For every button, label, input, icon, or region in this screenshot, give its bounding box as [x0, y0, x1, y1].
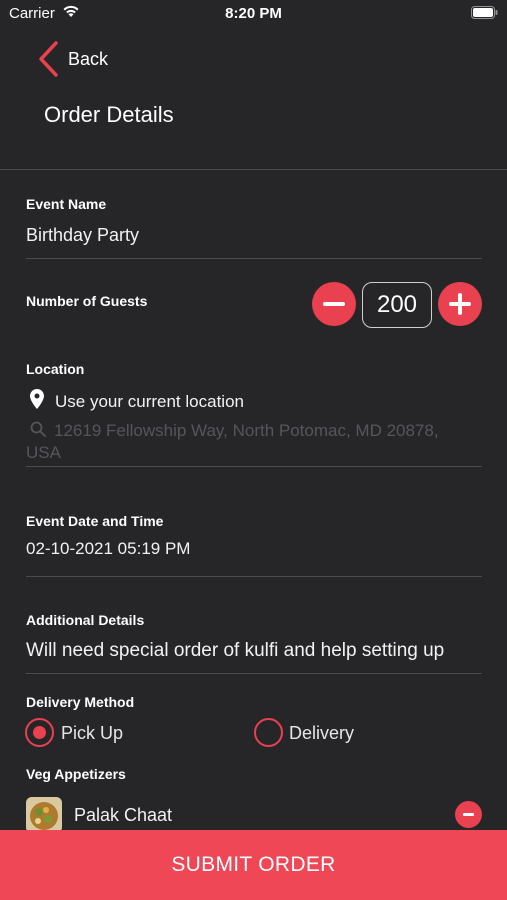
event-name-field[interactable]: Birthday Party: [26, 225, 139, 246]
event-datetime-field[interactable]: 02-10-2021 05:19 PM: [26, 539, 190, 559]
status-bar: Carrier 8:20 PM: [0, 0, 507, 28]
event-name-label: Event Name: [26, 196, 107, 212]
food-photo-icon: [26, 797, 62, 833]
remove-item-button[interactable]: [455, 801, 482, 828]
location-pin-icon: [30, 389, 44, 409]
back-label: Back: [68, 48, 109, 69]
battery-icon: [471, 6, 498, 19]
additional-details-field[interactable]: Will need special order of kulfi and hel…: [26, 640, 444, 662]
header-divider: [0, 169, 507, 170]
guests-label: Number of Guests: [26, 293, 148, 309]
increment-guests-button[interactable]: [438, 282, 482, 326]
additional-details-divider: [26, 673, 482, 674]
pickup-radio[interactable]: [25, 718, 54, 747]
pickup-radio-label[interactable]: Pick Up: [61, 723, 123, 744]
guests-count-field[interactable]: 200: [362, 282, 432, 328]
submit-order-button[interactable]: SUBMIT ORDER: [0, 830, 507, 900]
delivery-method-label: Delivery Method: [26, 694, 135, 710]
food-thumbnail: [26, 797, 62, 833]
decrement-guests-button[interactable]: [312, 282, 356, 326]
additional-details-label: Additional Details: [26, 612, 145, 628]
event-datetime-label: Event Date and Time: [26, 513, 164, 529]
location-search-input[interactable]: 12619 Fellowship Way, North Potomac, MD …: [26, 420, 466, 464]
location-divider: [26, 466, 482, 467]
use-current-location-button[interactable]: Use your current location: [55, 392, 244, 412]
location-label: Location: [26, 361, 85, 377]
delivery-radio[interactable]: [254, 718, 283, 747]
status-time: 8:20 PM: [225, 5, 282, 22]
event-name-divider: [26, 258, 482, 259]
page-title: Order Details: [44, 102, 174, 127]
chevron-left-icon: [39, 41, 58, 77]
event-datetime-divider: [26, 576, 482, 577]
delivery-radio-label[interactable]: Delivery: [289, 723, 354, 744]
back-button[interactable]: Back: [36, 40, 146, 78]
menu-item-name: Palak Chaat: [74, 805, 173, 825]
menu-category-label: Veg Appetizers: [26, 766, 126, 782]
